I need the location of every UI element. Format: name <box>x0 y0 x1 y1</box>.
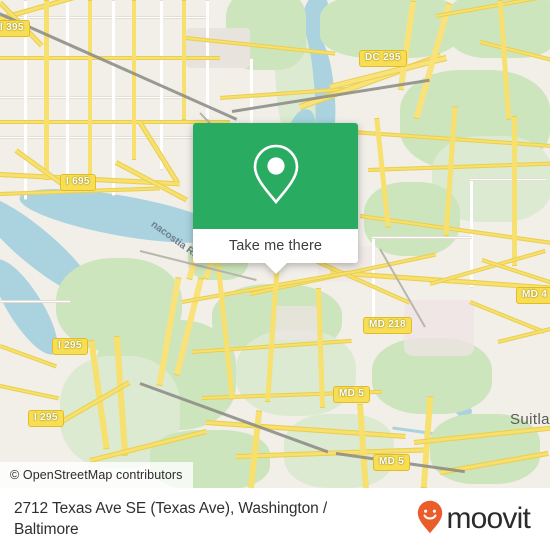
shield-md-218[interactable]: MD 218 <box>363 317 412 334</box>
shield-i-295-north[interactable]: I 295 <box>52 338 88 355</box>
minor-road <box>470 178 546 181</box>
shield-md-4[interactable]: MD 4 <box>516 287 550 304</box>
minor-road <box>112 0 115 196</box>
road-segment <box>182 0 186 120</box>
moovit-logo[interactable]: moovit <box>417 500 536 539</box>
minor-road <box>0 300 70 303</box>
screenshot-root: nacostia Ri Suitlan I 395 DC 295 I 695 I… <box>0 0 550 550</box>
road-segment <box>14 148 67 188</box>
map-canvas[interactable]: nacostia Ri Suitlan I 395 DC 295 I 695 I… <box>0 0 550 488</box>
map-pin-icon <box>250 141 302 212</box>
minor-road <box>0 16 210 19</box>
shield-i-695[interactable]: I 695 <box>60 174 96 191</box>
moovit-wordmark: moovit <box>446 502 530 535</box>
address-title: 2712 Texas Ave SE (Texas Ave), Washingto… <box>14 500 328 538</box>
osm-attribution[interactable]: © OpenStreetMap contributors <box>0 462 193 488</box>
suitland-label: Suitlan <box>510 411 550 428</box>
take-me-there-label: Take me there <box>228 238 323 254</box>
shield-i-395[interactable]: I 395 <box>0 20 30 37</box>
popup-footer[interactable]: Take me there <box>193 229 358 263</box>
popup-pointer <box>264 263 287 274</box>
shield-md-5-west[interactable]: MD 5 <box>333 386 371 403</box>
road-segment <box>497 325 550 344</box>
minor-road <box>66 0 69 190</box>
builtup-mid-campus <box>272 306 318 340</box>
road-segment <box>44 0 49 180</box>
minor-road <box>206 0 209 120</box>
footer-bar: 2712 Texas Ave SE (Texas Ave), Washingto… <box>0 488 550 550</box>
moovit-smiling-pin-icon <box>417 500 443 539</box>
shield-dc-295[interactable]: DC 295 <box>359 50 407 67</box>
road-segment <box>132 0 136 160</box>
minor-road <box>372 236 472 239</box>
location-popup-card[interactable]: Take me there <box>193 123 358 274</box>
shield-i-295-south[interactable]: I 295 <box>28 410 64 427</box>
road-segment <box>88 0 92 186</box>
shield-md-5-south[interactable]: MD 5 <box>373 454 411 471</box>
road-segment <box>0 56 220 60</box>
builtup-north-west <box>186 28 250 68</box>
minor-road <box>372 236 375 322</box>
popup-header <box>193 123 358 229</box>
minor-road <box>0 136 200 139</box>
road-segment <box>512 116 517 266</box>
road-segment <box>469 300 545 334</box>
road-segment <box>0 384 60 401</box>
